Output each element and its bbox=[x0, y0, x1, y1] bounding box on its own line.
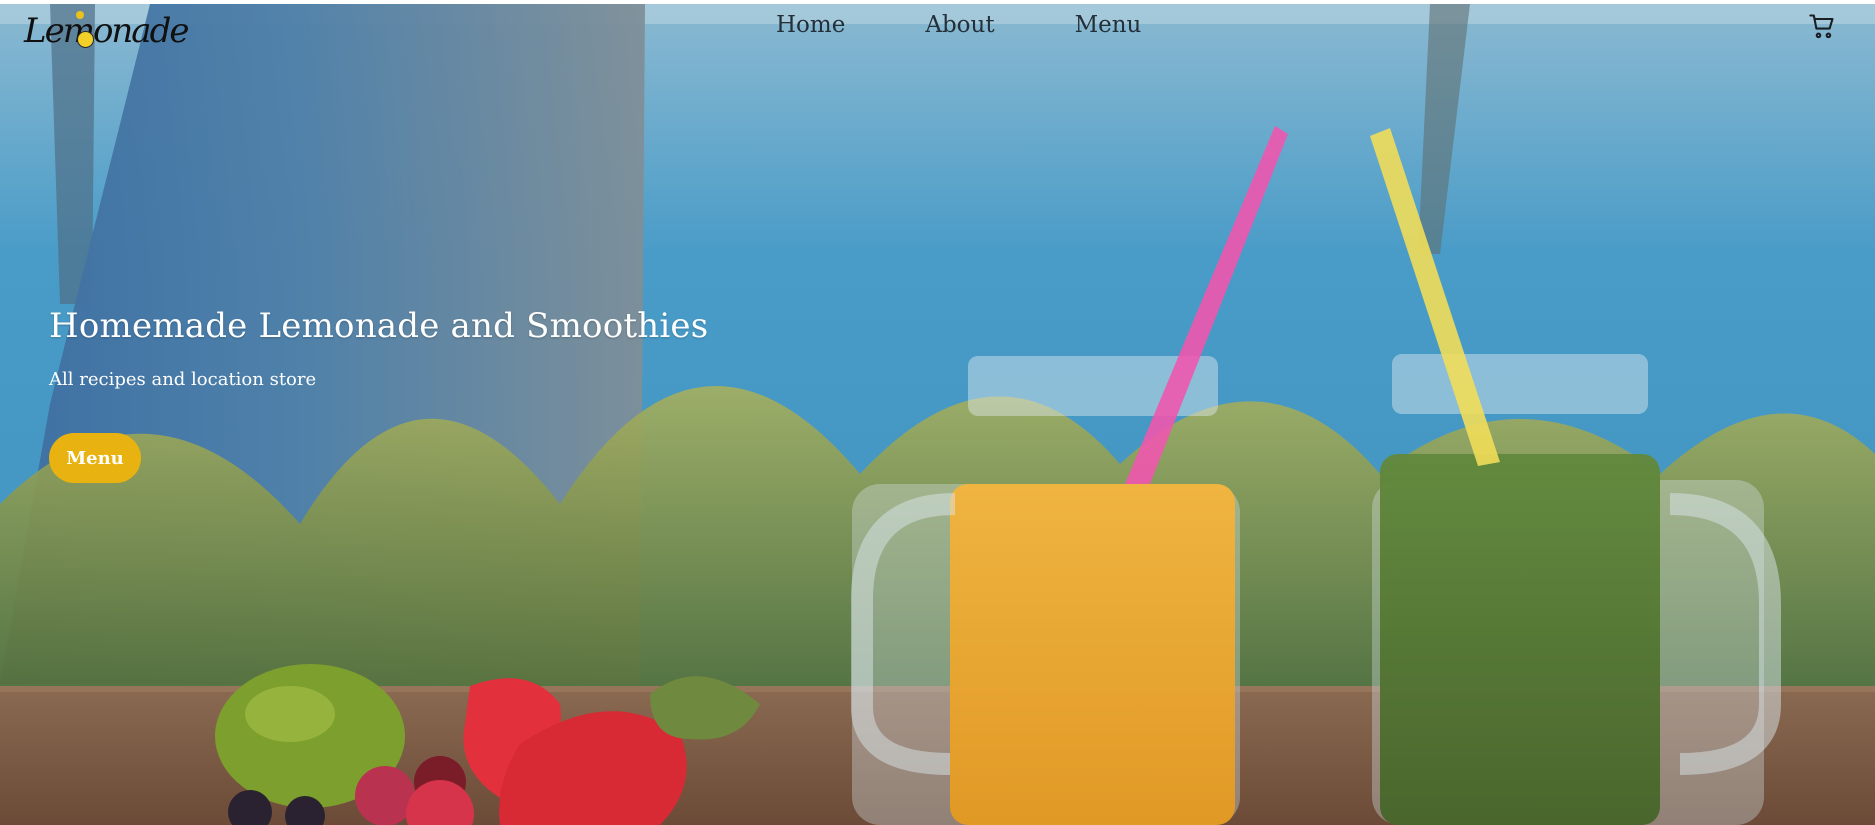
hero-background-image bbox=[0, 4, 1875, 825]
brand-logo[interactable]: Lemonade bbox=[24, 8, 189, 62]
hero-copy: Homemade Lemonade and Smoothies All reci… bbox=[49, 303, 708, 393]
logo-lemon-icon bbox=[77, 31, 94, 48]
nav-home-link[interactable]: Home bbox=[776, 7, 845, 44]
top-navigation: Lemonade Home About Menu bbox=[0, 4, 1875, 48]
nav-menu-link[interactable]: Menu bbox=[1075, 7, 1142, 44]
brand-logo-text: Lemonade bbox=[24, 11, 189, 51]
menu-cta-button[interactable]: Menu bbox=[49, 433, 141, 483]
hero-section bbox=[0, 4, 1875, 825]
primary-nav: Home About Menu bbox=[776, 7, 1141, 44]
logo-lemon-dot-icon bbox=[76, 11, 84, 19]
hero-subtitle: All recipes and location store bbox=[49, 369, 317, 390]
cart-icon[interactable] bbox=[1808, 12, 1836, 40]
hero-title: Homemade Lemonade and Smoothies bbox=[49, 306, 709, 346]
nav-about-link[interactable]: About bbox=[925, 7, 994, 44]
